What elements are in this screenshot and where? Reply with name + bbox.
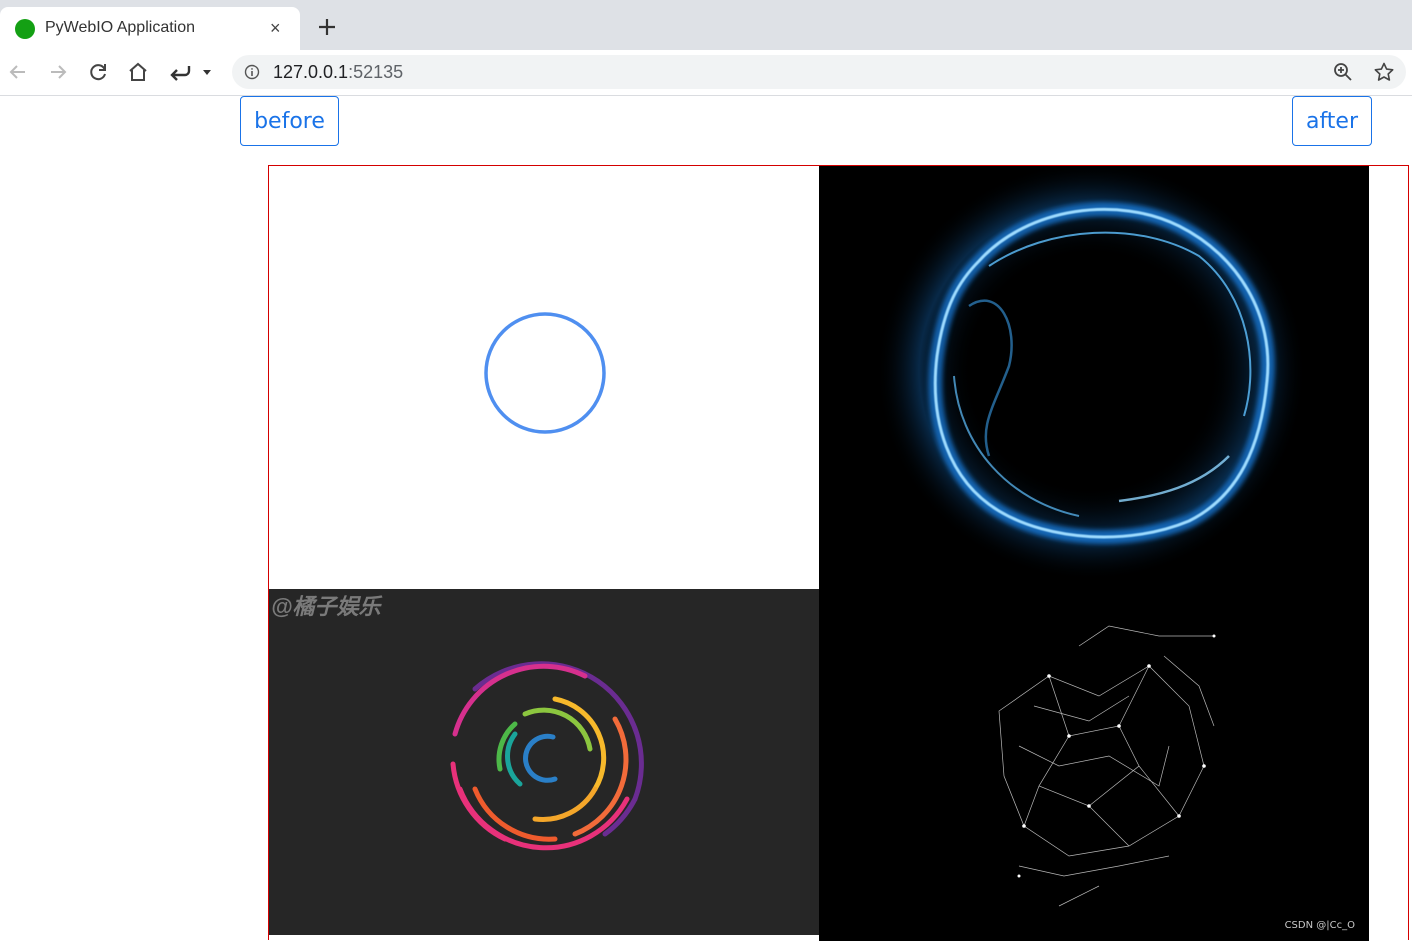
back-icon[interactable] [6,60,30,84]
undo-icon[interactable] [168,60,192,84]
rainbow-arcs-gif: @橘子娱乐 [269,589,819,935]
before-button[interactable]: before [240,96,339,146]
browser-toolbar: 127.0.0.1:52135 [0,50,1412,96]
loading-circle-gif [269,166,819,589]
url-text[interactable]: 127.0.0.1:52135 [273,62,403,83]
close-tab-icon[interactable]: × [270,16,281,40]
browser-tab[interactable]: PyWebIO Application × [0,7,300,50]
address-bar[interactable]: 127.0.0.1:52135 [232,55,1406,89]
particle-network-image [998,625,1215,907]
rainbow-arcs-image [450,661,644,851]
video-watermark: @橘子娱乐 [271,594,381,619]
dropdown-icon[interactable] [200,60,214,84]
csdn-watermark: CSDN @|Cc_O [1284,920,1355,931]
new-tab-icon[interactable] [314,14,340,40]
zoom-icon[interactable] [1332,61,1354,83]
tab-strip: PyWebIO Application × [0,0,1412,50]
home-icon[interactable] [126,60,150,84]
image-grid: CSDN @|Cc_O @橘子娱乐 [268,165,1409,941]
favicon-icon [15,19,35,39]
energy-ring-image [876,166,1306,907]
url-host: 127.0.0.1 [273,62,349,82]
info-icon[interactable] [244,64,260,80]
tab-title: PyWebIO Application [45,19,196,36]
loading-circle-image [484,312,606,434]
reload-icon[interactable] [86,60,110,84]
after-button[interactable]: after [1292,96,1372,146]
url-port: :52135 [348,62,404,82]
forward-icon[interactable] [46,60,70,84]
star-icon[interactable] [1373,61,1395,83]
blue-energy-ring-gif: CSDN @|Cc_O [819,166,1369,941]
